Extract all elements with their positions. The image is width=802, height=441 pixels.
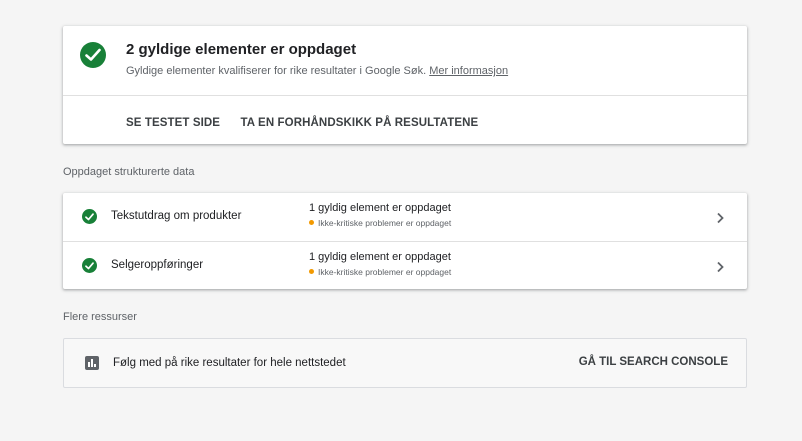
list-item-sub-status-text: Ikke-kritiske problemer er oppdaget bbox=[318, 267, 452, 277]
list-item-name: Tekstutdrag om produkter bbox=[111, 210, 242, 222]
summary-description: Gyldige elementer kvalifiserer for rike … bbox=[126, 65, 508, 77]
summary-actions: SE TESTET SIDE TA EN FORHÅNDSKIKK PÅ RES… bbox=[126, 113, 494, 131]
view-tested-page-button[interactable]: SE TESTET SIDE bbox=[126, 117, 220, 129]
resources-card: Følg med på rike resultater for hele net… bbox=[63, 338, 747, 388]
list-item-sub-status: Ikke-kritiske problemer er oppdaget bbox=[309, 267, 451, 277]
check-circle-icon bbox=[80, 42, 106, 68]
summary-title: 2 gyldige elementer er oppdaget bbox=[126, 41, 357, 58]
list-item-product-snippets[interactable]: Tekstutdrag om produkter 1 gyldig elemen… bbox=[63, 193, 747, 241]
list-item-name: Selgeroppføringer bbox=[111, 259, 204, 271]
check-circle-icon bbox=[82, 258, 97, 273]
structured-data-section-label: Oppdaget strukturerte data bbox=[63, 166, 195, 178]
check-circle-icon bbox=[82, 209, 97, 224]
summary-header: 2 gyldige elementer er oppdaget Gyldige … bbox=[63, 26, 747, 96]
chevron-right-icon[interactable] bbox=[715, 211, 725, 229]
chevron-right-icon[interactable] bbox=[715, 260, 725, 278]
structured-data-list: Tekstutdrag om produkter 1 gyldig elemen… bbox=[63, 193, 747, 289]
more-info-link[interactable]: Mer informasjon bbox=[429, 65, 508, 77]
resources-text: Følg med på rike resultater for hele net… bbox=[113, 357, 346, 369]
resources-section-label: Flere ressurser bbox=[63, 311, 137, 323]
list-item-sub-status-text: Ikke-kritiske problemer er oppdaget bbox=[318, 218, 452, 228]
warning-dot-icon bbox=[309, 220, 314, 225]
preview-results-button[interactable]: TA EN FORHÅNDSKIKK PÅ RESULTATENE bbox=[241, 117, 479, 129]
warning-dot-icon bbox=[309, 269, 314, 274]
go-to-search-console-button[interactable]: GÅ TIL SEARCH CONSOLE bbox=[579, 356, 728, 368]
summary-description-text: Gyldige elementer kvalifiserer for rike … bbox=[126, 65, 427, 77]
list-item-status: 1 gyldig element er oppdaget bbox=[309, 202, 451, 214]
list-item-sub-status: Ikke-kritiske problemer er oppdaget bbox=[309, 218, 451, 228]
list-item-merchant-listings[interactable]: Selgeroppføringer 1 gyldig element er op… bbox=[63, 241, 747, 289]
list-item-status: 1 gyldig element er oppdaget bbox=[309, 251, 451, 263]
summary-card: 2 gyldige elementer er oppdaget Gyldige … bbox=[63, 26, 747, 144]
bar-chart-icon bbox=[85, 356, 99, 370]
